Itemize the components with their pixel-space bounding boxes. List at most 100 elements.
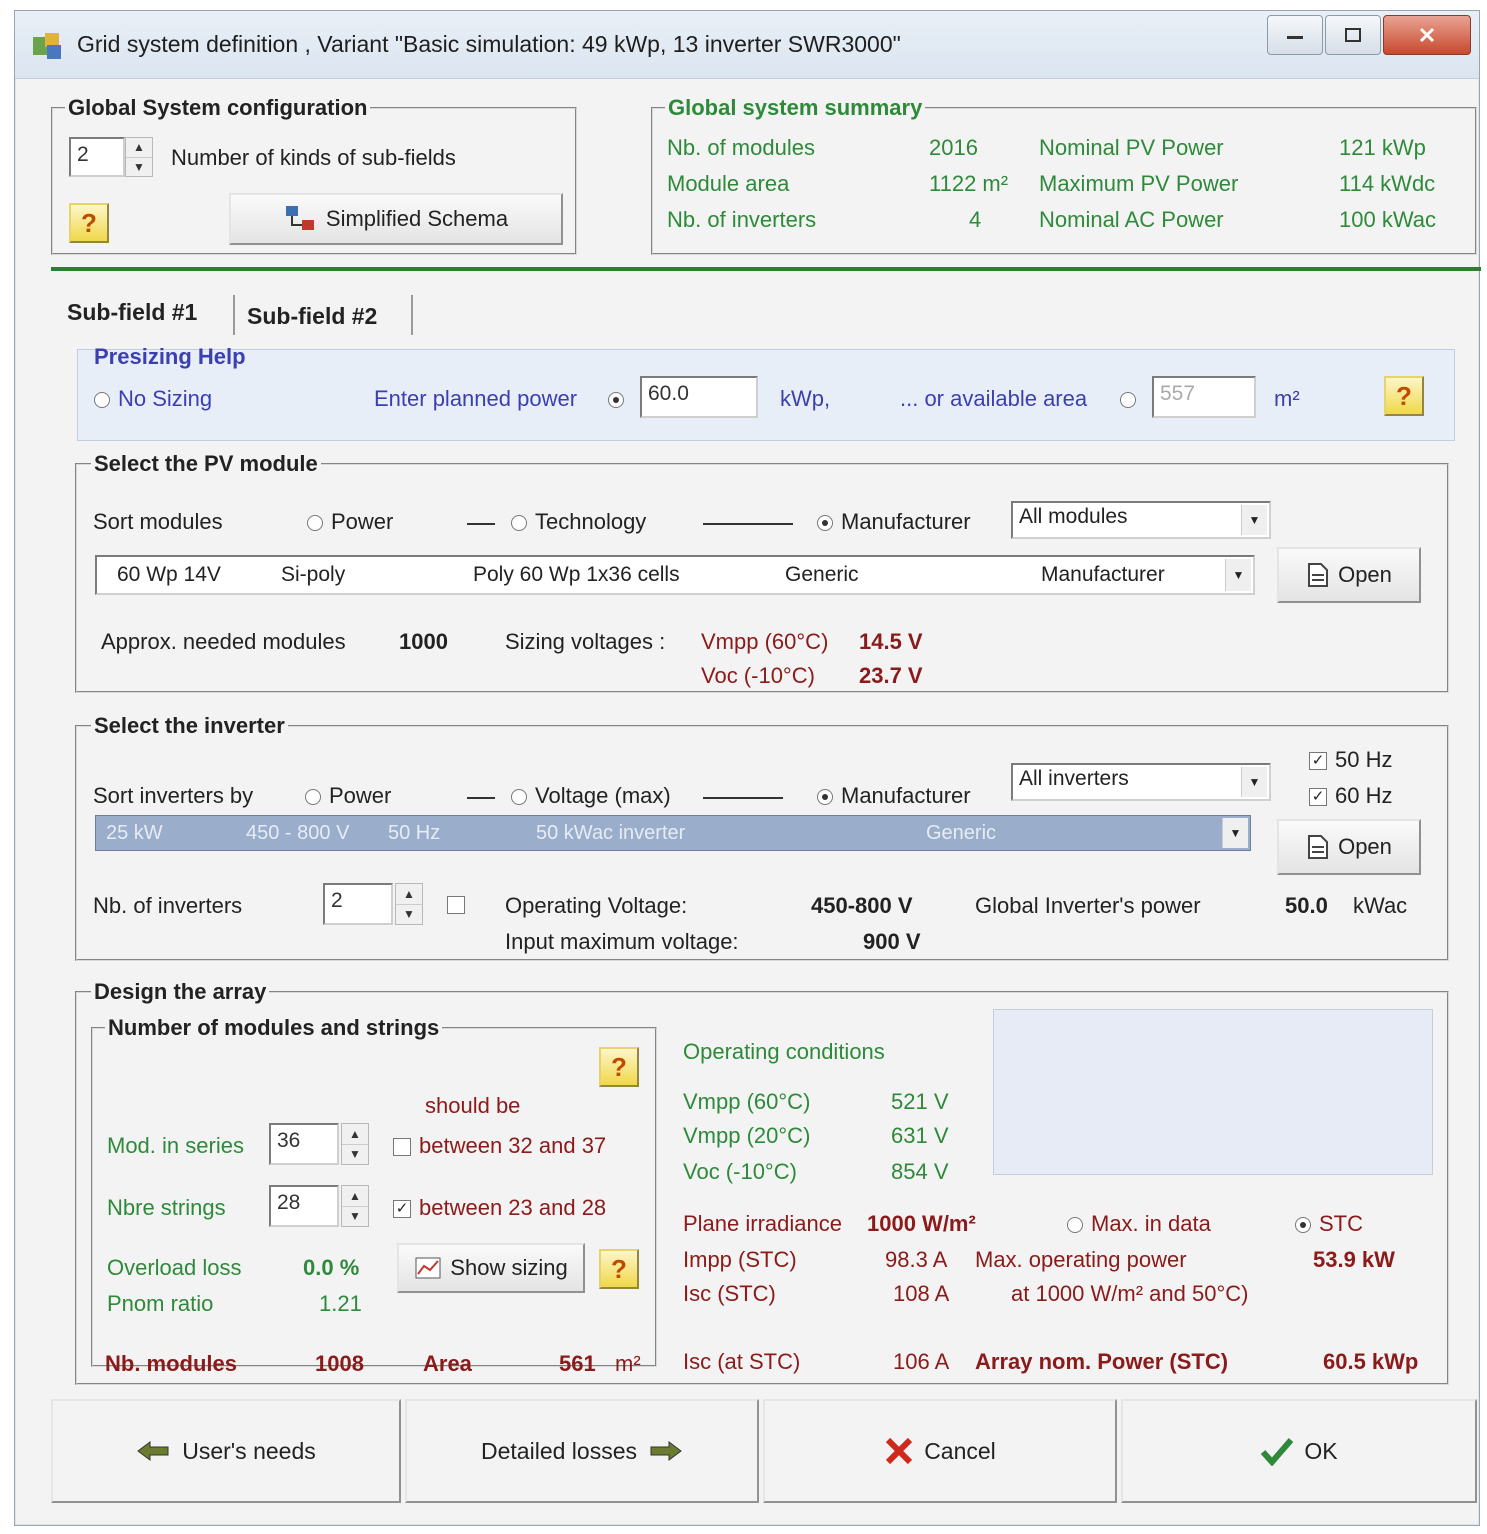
inverter-title: Select the inverter [91, 713, 288, 739]
area-label: Area [423, 1351, 472, 1376]
module-filter-select[interactable]: All modules ▼ [1011, 501, 1271, 539]
subfields-count-input[interactable]: 2 [69, 137, 125, 177]
planned-power-radio[interactable] [608, 386, 632, 412]
stc-radio[interactable]: STC [1295, 1211, 1363, 1237]
voc-value: 23.7 V [859, 663, 923, 688]
mod-series-input[interactable]: 36 [269, 1123, 339, 1165]
summary-label: Maximum PV Power [1039, 171, 1239, 196]
hz60-checkbox[interactable]: ✓ 60 Hz [1309, 783, 1392, 809]
sort-voltage-radio[interactable]: Voltage (max) [511, 783, 671, 809]
vmpp20-label: Vmpp (20°C) [683, 1123, 811, 1148]
tab-separator [233, 295, 235, 335]
isc-at-stc-label: Isc (at STC) [683, 1349, 801, 1374]
global-inverter-power-label: Global Inverter's power [975, 893, 1201, 918]
hz50-checkbox[interactable]: ✓ 50 Hz [1309, 747, 1392, 773]
approx-modules-label: Approx. needed modules [101, 629, 346, 654]
sizing-voltages-label: Sizing voltages : [505, 629, 666, 654]
pv-module-title: Select the PV module [91, 451, 321, 477]
global-config-group: Global System configuration 2 ▲ ▼ Number … [51, 95, 577, 255]
tab-subfield-1[interactable]: Sub-field #1 [67, 299, 197, 326]
module-select[interactable]: 60 Wp 14V Si-poly Poly 60 Wp 1x36 cells … [95, 555, 1255, 595]
array-nom-power-value: 60.5 kWp [1323, 1349, 1419, 1374]
arrow-right-icon [650, 1441, 682, 1461]
overload-loss-value: 0.0 % [303, 1255, 360, 1280]
summary-value: 121 kWp [1339, 135, 1426, 160]
presizing-group: Presizing Help No Sizing Enter planned p… [77, 344, 1455, 441]
vmpp60-value: 521 V [891, 1089, 949, 1114]
planned-power-input[interactable]: 60.0 [640, 376, 758, 418]
tab-subfield-2[interactable]: Sub-field #2 [247, 303, 377, 330]
area-unit: m² [615, 1351, 641, 1376]
sort-inv-power-radio[interactable]: Power [305, 783, 391, 809]
op-voltage-label: Operating Voltage: [505, 893, 688, 918]
strings-input[interactable]: 28 [269, 1185, 339, 1227]
pv-module-group: Select the PV module Sort modules Power … [75, 451, 1449, 693]
no-sizing-radio[interactable]: No Sizing [94, 386, 212, 412]
inverter-option-checkbox[interactable] [447, 891, 473, 917]
pnom-ratio-label: Pnom ratio [107, 1291, 214, 1316]
maximize-icon[interactable] [1325, 15, 1381, 55]
separator-line [467, 797, 495, 799]
impp-label: Impp (STC) [683, 1247, 797, 1272]
available-area-label: ... or available area [900, 386, 1088, 411]
sort-inverters-label: Sort inverters by [93, 783, 254, 808]
vmpp-value: 14.5 V [859, 629, 923, 654]
isc-value: 108 A [893, 1281, 950, 1306]
approx-modules-value: 1000 [399, 629, 448, 654]
mod-series-label: Mod. in series [107, 1133, 244, 1158]
available-area-input[interactable]: 557 [1152, 376, 1256, 418]
should-be-label: should be [425, 1093, 521, 1118]
close-icon[interactable] [1383, 15, 1471, 55]
open-module-button[interactable]: Open [1277, 547, 1421, 603]
help-button[interactable]: ? [69, 203, 109, 243]
global-config-title: Global System configuration [65, 95, 371, 121]
sort-power-radio[interactable]: Power [307, 509, 393, 535]
users-needs-button[interactable]: User's needs [51, 1399, 401, 1503]
summary-label: Module area [667, 171, 790, 196]
help-button[interactable]: ? [599, 1249, 639, 1289]
strings-range-checkbox[interactable]: ✓ between 23 and 28 [393, 1195, 606, 1221]
simplified-schema-button[interactable]: Simplified Schema [229, 193, 563, 245]
design-array-title: Design the array [91, 979, 270, 1005]
strings-spinner[interactable]: ▲ ▼ [341, 1185, 369, 1227]
document-icon [1308, 563, 1329, 587]
max-in-data-radio[interactable]: Max. in data [1067, 1211, 1211, 1237]
summary-value: 1122 m² [929, 171, 1009, 196]
input-max-voltage-label: Input maximum voltage: [505, 929, 739, 954]
impp-value: 98.3 A [885, 1247, 948, 1272]
help-button[interactable]: ? [599, 1047, 639, 1087]
separator-line [703, 797, 783, 799]
input-max-voltage-value: 900 V [863, 929, 921, 954]
summary-value: 4 [969, 207, 982, 232]
cancel-button[interactable]: Cancel [763, 1399, 1117, 1503]
available-area-radio[interactable] [1120, 386, 1144, 412]
sort-manufacturer-radio[interactable]: Manufacturer [817, 509, 971, 535]
inverter-select[interactable]: 25 kW 450 - 800 V 50 Hz 50 kWac inverter… [95, 815, 1251, 851]
vmpp20-value: 631 V [891, 1123, 949, 1148]
mod-series-spinner[interactable]: ▲ ▼ [341, 1123, 369, 1165]
sizing-graph-area [993, 1009, 1433, 1175]
global-summary-title: Global system summary [665, 95, 926, 121]
summary-label: Nb. of inverters [667, 207, 817, 232]
help-button[interactable]: ? [1384, 376, 1424, 416]
schema-icon [285, 206, 314, 230]
ok-button[interactable]: OK [1121, 1399, 1477, 1503]
available-area-unit: m² [1274, 386, 1300, 411]
max-op-power-value: 53.9 kW [1313, 1247, 1395, 1272]
nb-inverters-spinner[interactable]: ▲ ▼ [395, 883, 423, 925]
summary-value: 2016 [929, 135, 978, 160]
summary-value: 114 kWdc [1339, 171, 1436, 196]
detailed-losses-button[interactable]: Detailed losses [405, 1399, 759, 1503]
window-title: Grid system definition , Variant "Basic … [77, 31, 901, 57]
show-sizing-button[interactable]: Show sizing [397, 1243, 585, 1293]
minimize-icon[interactable] [1267, 15, 1323, 55]
subfields-spinner[interactable]: ▲ ▼ [125, 137, 153, 177]
mod-series-range-checkbox[interactable]: between 32 and 37 [393, 1133, 606, 1159]
inverter-filter-select[interactable]: All inverters ▼ [1011, 763, 1271, 801]
open-inverter-button[interactable]: Open [1277, 819, 1421, 875]
sort-inv-manufacturer-radio[interactable]: Manufacturer [817, 783, 971, 809]
nb-inverters-input[interactable]: 2 [323, 883, 393, 925]
sort-technology-radio[interactable]: Technology [511, 509, 646, 535]
summary-label: Nominal PV Power [1039, 135, 1224, 160]
area-value: 561 [559, 1351, 596, 1376]
